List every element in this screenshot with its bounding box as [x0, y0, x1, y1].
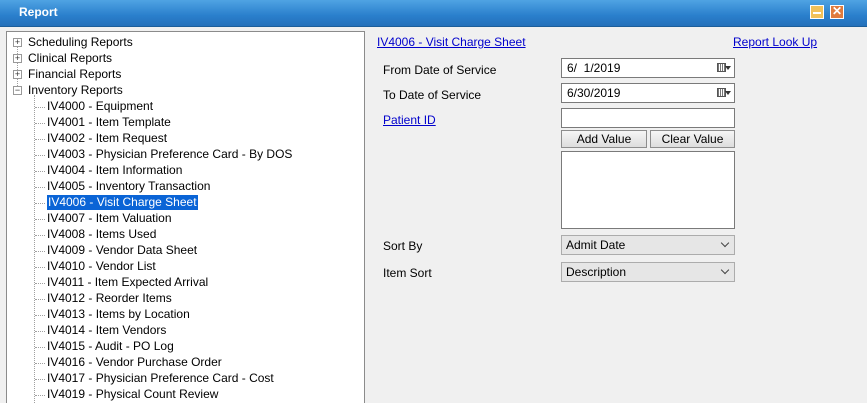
tree-branch-line — [35, 107, 45, 108]
tree-item[interactable]: IV4002 - Item Request — [47, 131, 167, 146]
report-parameters-panel: IV4006 - Visit Charge Sheet Report Look … — [366, 27, 867, 403]
patient-id-list[interactable] — [561, 151, 735, 229]
close-icon: ✕ — [831, 4, 843, 18]
tree-item[interactable]: IV4016 - Vendor Purchase Order — [47, 355, 222, 370]
chevron-down-icon — [720, 265, 730, 275]
minimize-button[interactable] — [810, 5, 824, 19]
tree-item[interactable]: IV4017 - Physician Preference Card - Cos… — [47, 371, 274, 386]
dropdown-arrow-icon — [725, 66, 731, 70]
tree-branch-line — [35, 363, 45, 364]
tree-branch-line — [35, 187, 45, 188]
tree-root-line — [17, 42, 18, 90]
tree-item[interactable]: IV4001 - Item Template — [47, 115, 171, 130]
tree-node-root[interactable]: Clinical Reports — [28, 51, 112, 66]
close-button[interactable]: ✕ — [830, 5, 844, 19]
sort-by-label: Sort By — [383, 239, 423, 253]
tree-item[interactable]: IV4012 - Reorder Items — [47, 291, 172, 306]
tree-branch-line — [35, 267, 45, 268]
tree-item[interactable]: IV4013 - Items by Location — [47, 307, 190, 322]
tree-item[interactable]: IV4011 - Item Expected Arrival — [47, 275, 208, 290]
clear-value-button[interactable]: Clear Value — [650, 130, 735, 148]
item-sort-select[interactable]: Description — [561, 262, 735, 282]
chevron-down-icon — [720, 238, 730, 248]
tree-child-line — [34, 95, 35, 403]
expand-icon[interactable]: + — [13, 38, 22, 47]
window-title: Report — [19, 5, 58, 19]
tree-item[interactable]: IV4000 - Equipment — [47, 99, 153, 114]
tree-node-root[interactable]: Scheduling Reports — [28, 35, 133, 50]
tree-branch-line — [35, 379, 45, 380]
report-tree[interactable]: + Scheduling Reports + Clinical Reports + Fin… — [6, 31, 365, 403]
report-title-link[interactable]: IV4006 - Visit Charge Sheet — [377, 35, 526, 49]
tree-item[interactable]: IV4015 - Audit - PO Log — [47, 339, 174, 354]
tree-branch-line — [35, 139, 45, 140]
tree-branch-line — [35, 283, 45, 284]
calendar-dropdown-button[interactable] — [717, 87, 731, 99]
tree-branch-line — [35, 395, 45, 396]
tree-branch-line — [35, 251, 45, 252]
collapse-icon[interactable]: − — [13, 86, 22, 95]
to-date-picker[interactable]: 6/30/2019 — [561, 83, 735, 103]
calendar-dropdown-button[interactable] — [717, 62, 731, 74]
tree-branch-line — [35, 315, 45, 316]
tree-branch-line — [35, 331, 45, 332]
tree-item[interactable]: IV4014 - Item Vendors — [47, 323, 166, 338]
tree-item[interactable]: IV4005 - Inventory Transaction — [47, 179, 210, 194]
tree-branch-line — [35, 235, 45, 236]
title-bar: Report ✕ — [0, 0, 867, 27]
sort-by-select[interactable]: Admit Date — [561, 235, 735, 255]
to-date-label: To Date of Service — [383, 88, 482, 102]
tree-branch-line — [35, 347, 45, 348]
tree-item[interactable]: IV4019 - Physical Count Review — [47, 387, 218, 402]
tree-item[interactable]: IV4006 - Visit Charge Sheet — [47, 195, 198, 210]
expand-icon[interactable]: + — [13, 70, 22, 79]
add-value-button[interactable]: Add Value — [561, 130, 647, 148]
tree-item[interactable]: IV4003 - Physician Preference Card - By … — [47, 147, 292, 162]
tree-item[interactable]: IV4010 - Vendor List — [47, 259, 156, 274]
tree-branch-line — [35, 203, 45, 204]
item-sort-value: Description — [566, 265, 627, 279]
tree-node-root[interactable]: Financial Reports — [28, 67, 121, 82]
patient-id-link[interactable]: Patient ID — [383, 113, 436, 127]
item-sort-label: Item Sort — [383, 266, 432, 280]
expand-icon[interactable]: + — [13, 54, 22, 63]
sort-by-value: Admit Date — [566, 238, 626, 252]
patient-id-input[interactable] — [561, 108, 735, 128]
from-date-label: From Date of Service — [383, 63, 497, 77]
tree-item[interactable]: IV4007 - Item Valuation — [47, 211, 172, 226]
from-date-picker[interactable]: 6/ 1/2019 — [561, 58, 735, 78]
to-date-value: 6/30/2019 — [567, 86, 621, 100]
dropdown-arrow-icon — [725, 91, 731, 95]
tree-item[interactable]: IV4008 - Items Used — [47, 227, 156, 242]
tree-branch-line — [35, 219, 45, 220]
tree-branch-line — [35, 123, 45, 124]
tree-branch-line — [35, 155, 45, 156]
tree-item[interactable]: IV4004 - Item Information — [47, 163, 182, 178]
report-lookup-link[interactable]: Report Look Up — [733, 35, 817, 49]
tree-node-root[interactable]: Inventory Reports — [28, 83, 123, 98]
tree-branch-line — [35, 171, 45, 172]
tree-item[interactable]: IV4009 - Vendor Data Sheet — [47, 243, 197, 258]
from-date-value: 6/ 1/2019 — [567, 61, 621, 75]
tree-branch-line — [35, 299, 45, 300]
